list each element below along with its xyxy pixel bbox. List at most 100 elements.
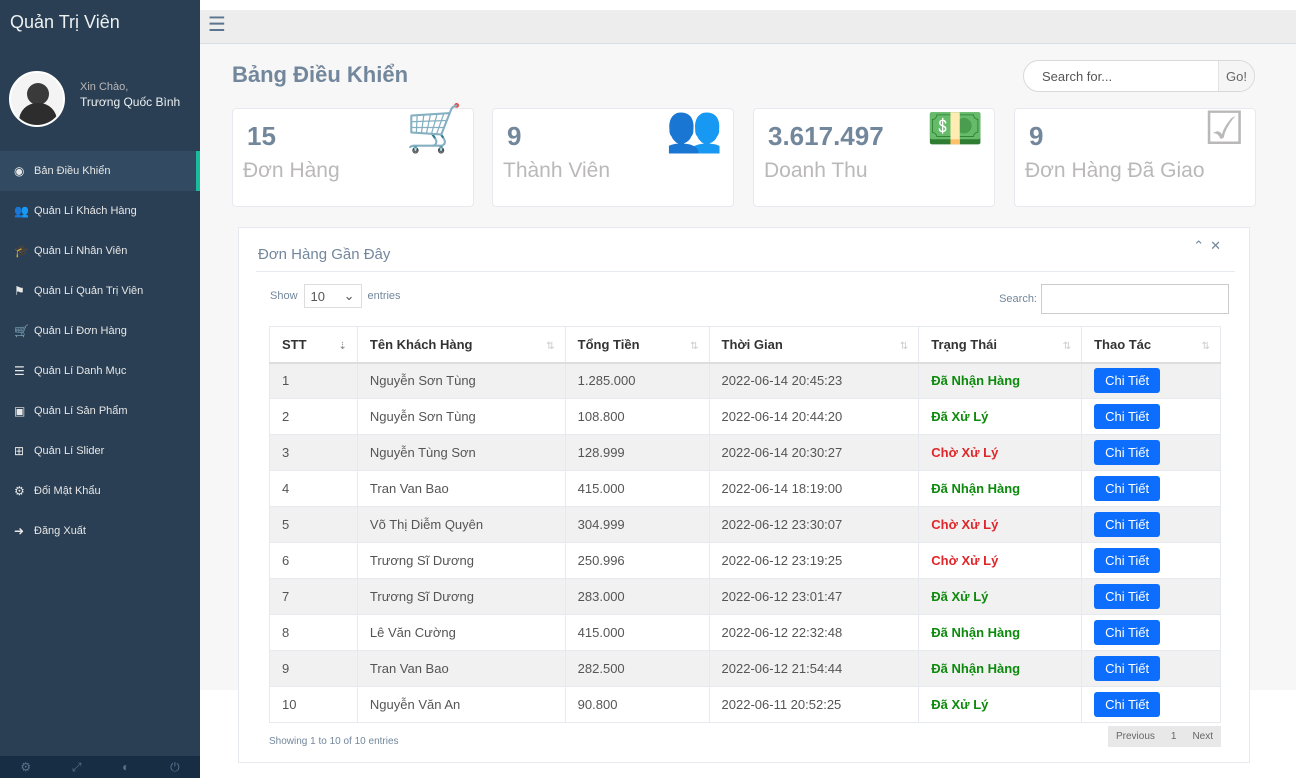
money-icon: 💵	[926, 102, 984, 154]
sort-icon: ⇅	[690, 341, 699, 352]
column-header-name[interactable]: Tên Khách Hàng ⇅	[356, 326, 566, 364]
column-label: Tổng Tiền	[577, 336, 640, 352]
cell-action: Chi Tiết	[1081, 470, 1221, 507]
cell-status: Đã Nhận Hàng	[918, 470, 1083, 507]
cell-total: 282.500	[564, 650, 710, 687]
sidebar-item-label: Quản Lí Danh Mục	[34, 365, 127, 377]
detail-button[interactable]: Chi Tiết	[1094, 584, 1161, 609]
status-badge: Đã Nhận Hàng	[931, 373, 1021, 389]
detail-button[interactable]: Chi Tiết	[1094, 476, 1161, 501]
tile-label: Doanh Thu	[764, 159, 868, 182]
cell-time: 2022-06-12 23:19:25	[708, 542, 920, 579]
sidebar-item-logout[interactable]: ➜ Đăng Xuất	[0, 511, 200, 551]
detail-button[interactable]: Chi Tiết	[1094, 620, 1161, 645]
table-row: 10 Nguyễn Văn An 90.800 2022-06-11 20:52…	[269, 686, 1221, 723]
cell-action: Chi Tiết	[1081, 398, 1221, 435]
sidebar-item-staff[interactable]: 🎓 Quản Lí Nhân Viên	[0, 231, 200, 271]
app-title[interactable]: Quản Trị Viên	[0, 0, 200, 44]
cell-time: 2022-06-14 20:45:23	[708, 362, 920, 399]
detail-button[interactable]: Chi Tiết	[1094, 548, 1161, 573]
column-header-stt[interactable]: STT ⇣	[269, 326, 358, 364]
panel-tools: ⌃✕	[1193, 238, 1227, 254]
cell-name: Tran Van Bao	[356, 650, 566, 687]
avatar	[9, 71, 65, 127]
cell-status: Đã Xử Lý	[918, 578, 1083, 615]
top-nav: ☰	[200, 10, 1296, 44]
sidebar-item-label: Quản Lí Quản Trị Viên	[34, 285, 144, 297]
column-header-time[interactable]: Thời Gian ⇅	[708, 326, 920, 364]
length-control: Show 10 ⌄ entries	[270, 284, 401, 308]
tile-label: Đơn Hàng Đã Giao	[1025, 159, 1205, 182]
sidebar-item-products[interactable]: ▣ Quản Lí Sản Phẩm	[0, 391, 200, 431]
sidebar-item-dashboard[interactable]: ◉ Bản Điều Khiển	[0, 151, 200, 191]
status-badge: Đã Xử Lý	[931, 589, 989, 604]
list-icon: ☰	[14, 364, 25, 378]
cell-time: 2022-06-12 23:01:47	[708, 578, 920, 615]
sign-out-icon: ➜	[14, 524, 25, 538]
column-header-action[interactable]: Thao Tác ⇅	[1081, 326, 1221, 364]
sidebar-item-change-password[interactable]: ⚙ Đổi Mật Khẩu	[0, 471, 200, 511]
detail-button[interactable]: Chi Tiết	[1094, 440, 1161, 465]
cart-icon: 🛒	[405, 102, 463, 154]
search-input[interactable]	[1024, 61, 1218, 91]
cell-action: Chi Tiết	[1081, 362, 1221, 399]
fullscreen-icon[interactable]: ⤢	[72, 760, 82, 775]
cell-name: Lê Văn Cường	[356, 614, 566, 651]
cell-action: Chi Tiết	[1081, 434, 1221, 471]
cell-action: Chi Tiết	[1081, 506, 1221, 543]
profile-block: Xin Chào, Trương Quốc Bình	[0, 44, 200, 134]
collapse-icon[interactable]: ⌃	[1193, 238, 1210, 253]
status-badge: Đã Xử Lý	[931, 697, 989, 712]
graduation-cap-icon: 🎓	[14, 244, 29, 258]
cell-total: 250.996	[564, 542, 710, 579]
cell-time: 2022-06-12 21:54:44	[708, 650, 920, 687]
detail-button[interactable]: Chi Tiết	[1094, 692, 1161, 717]
sidebar-item-orders[interactable]: 🛒 Quản Lí Đơn Hàng	[0, 311, 200, 351]
detail-button[interactable]: Chi Tiết	[1094, 512, 1161, 537]
cell-stt: 6	[269, 542, 358, 579]
tile-count: 9	[507, 121, 522, 151]
column-header-status[interactable]: Trạng Thái ⇅	[918, 326, 1083, 364]
sidebar-item-label: Bản Điều Khiển	[34, 165, 111, 177]
settings-icon[interactable]: ⚙	[20, 760, 31, 774]
menu-toggle-icon[interactable]: ☰	[208, 15, 226, 35]
sidebar-item-label: Quản Lí Khách Hàng	[34, 205, 137, 217]
sort-icon: ⇅	[546, 341, 555, 352]
sidebar-item-slider[interactable]: ⊞ Quản Lí Slider	[0, 431, 200, 471]
column-header-total[interactable]: Tổng Tiền ⇅	[564, 326, 710, 364]
tile-delivered: ☑ 9 Đơn Hàng Đã Giao	[1014, 103, 1256, 207]
search-go-button[interactable]: Go!	[1218, 61, 1254, 91]
cell-action: Chi Tiết	[1081, 686, 1221, 723]
close-icon[interactable]: ✕	[1210, 238, 1227, 253]
previous-page-button[interactable]: Previous	[1107, 726, 1163, 747]
sidebar-item-label: Quản Lí Slider	[34, 445, 105, 457]
table-row: 8 Lê Văn Cường 415.000 2022-06-12 22:32:…	[269, 614, 1221, 651]
table-search-input[interactable]	[1041, 284, 1229, 314]
next-page-button[interactable]: Next	[1184, 726, 1221, 747]
sidebar-item-admins[interactable]: ⚑ Quản Lí Quản Trị Viên	[0, 271, 200, 311]
cell-stt: 2	[269, 398, 358, 435]
cell-time: 2022-06-12 23:30:07	[708, 506, 920, 543]
cell-name: Trương Sĩ Dương	[356, 578, 566, 615]
show-label: Show	[270, 290, 298, 302]
tile-members: 👥 9 Thành Viên	[492, 103, 734, 207]
cell-total: 128.999	[564, 434, 710, 471]
status-badge: Đã Nhận Hàng	[931, 625, 1021, 640]
status-badge: Chờ Xử Lý	[931, 553, 999, 568]
page-length-select[interactable]: 10 ⌄	[303, 284, 362, 308]
cell-total: 415.000	[564, 470, 710, 507]
power-icon[interactable]: ⏻	[170, 760, 180, 775]
sidebar-item-customers[interactable]: 👥 Quản Lí Khách Hàng	[0, 191, 200, 231]
sidebar-item-categories[interactable]: ☰ Quản Lí Danh Mục	[0, 351, 200, 391]
cell-name: Nguyễn Tùng Sơn	[356, 434, 566, 471]
cell-stt: 10	[269, 686, 358, 723]
eye-slash-icon[interactable]: ◐	[122, 760, 129, 774]
detail-button[interactable]: Chi Tiết	[1094, 656, 1161, 681]
table-row: 4 Tran Van Bao 415.000 2022-06-14 18:19:…	[269, 470, 1221, 507]
cell-stt: 3	[269, 434, 358, 471]
page-1-button[interactable]: 1	[1162, 726, 1185, 747]
detail-button[interactable]: Chi Tiết	[1094, 368, 1161, 394]
avatar-body	[19, 103, 57, 125]
detail-button[interactable]: Chi Tiết	[1094, 404, 1161, 429]
cell-status: Đã Nhận Hàng	[918, 362, 1083, 399]
